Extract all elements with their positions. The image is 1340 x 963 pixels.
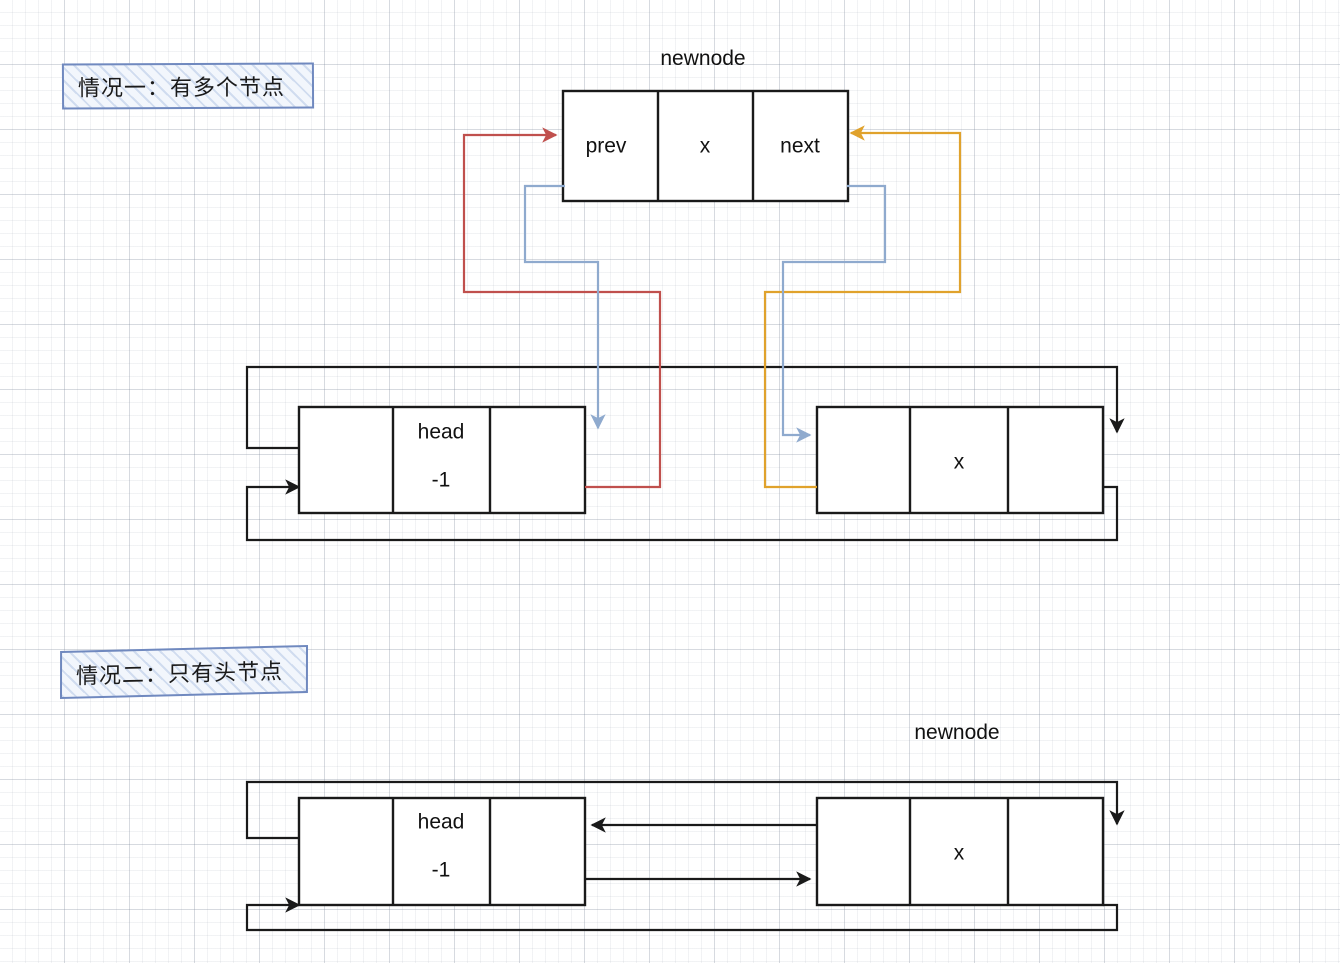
case1-newnode-label: newnode xyxy=(660,47,745,70)
linked-list-diagram: newnode prev x next head -1 x head -1 ne… xyxy=(245,47,1125,932)
case1-head-node-value-line1: head xyxy=(418,421,465,444)
case2-bottom-loop-rail xyxy=(245,903,1119,932)
case2-newnode-label: newnode xyxy=(914,721,999,744)
case1-newnode-cell-next: next xyxy=(780,135,820,158)
diagram-canvas: 情况一：有多个节点 情况二：只有头节点 newnode prev x next … xyxy=(0,0,1340,963)
case2-head-node-value-line2: -1 xyxy=(432,859,451,882)
case1-newnode-cell-value: x xyxy=(700,135,711,158)
case1-blue-link-to-head-node xyxy=(523,184,606,430)
case1-newnode-cell-prev: prev xyxy=(586,135,627,158)
case2-newnode-value: x xyxy=(954,842,965,865)
case1-tail-node-value: x xyxy=(954,451,965,474)
case1-blue-link-to-tail-node xyxy=(781,184,887,443)
case2-head-node-value-line1: head xyxy=(418,811,465,834)
case1-head-node-value-line2: -1 xyxy=(432,469,451,492)
